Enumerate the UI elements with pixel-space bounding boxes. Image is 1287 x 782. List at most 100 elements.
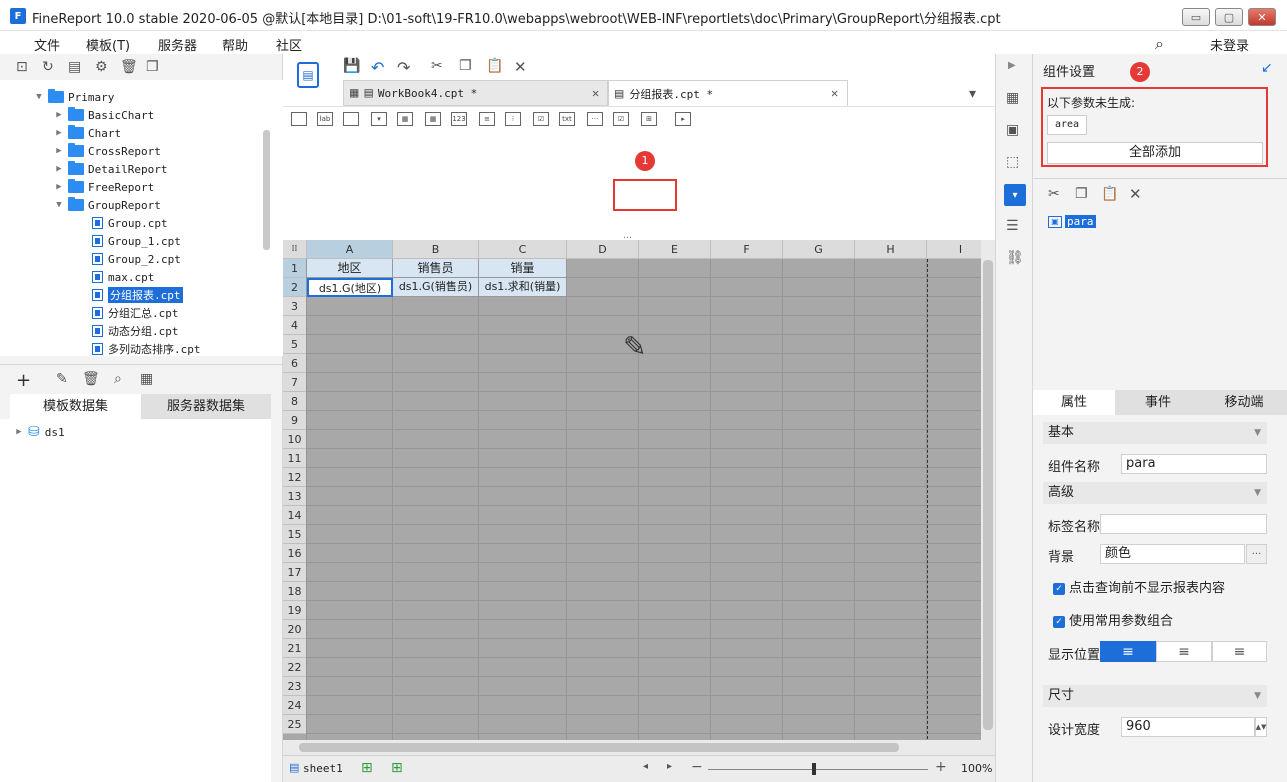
tab-mobile[interactable]: 移动端 [1201,390,1287,415]
row-header[interactable]: 9 [283,411,307,430]
width-stepper[interactable]: ▲▼ [1255,717,1267,737]
tree-file[interactable]: 多列动态排序.cpt [92,340,201,356]
corner-select-all[interactable]: ⁞⁞ [283,240,307,259]
txt-widget-icon[interactable]: txt [559,112,575,126]
button-widget-icon[interactable]: ··· [587,112,603,126]
add-icon[interactable]: + [16,370,31,391]
calendar-widget-icon[interactable]: ▦ [425,112,441,126]
row-header[interactable]: 24 [283,696,307,715]
row-header[interactable]: 4 [283,316,307,335]
dropdown-widget-icon[interactable]: ▾ [371,112,387,126]
cell-a1[interactable]: 地区 [307,259,393,278]
section-basic[interactable]: 基本 ▼ [1043,422,1267,444]
tab-workbook4[interactable]: ▦ ▤ WorkBook4.cpt * ✕ [343,80,608,106]
design-width-input[interactable]: 960 [1121,717,1255,737]
add-sheet-icon[interactable]: ⊞ [361,760,373,776]
row-header[interactable]: 6 [283,354,307,373]
redo-icon[interactable]: ↷ [397,58,410,77]
tab-menu-icon[interactable]: ▾ [969,86,976,102]
prev-sheet-icon[interactable]: ◂ [643,761,648,772]
cut-icon[interactable]: ✂ [431,58,443,74]
column-header-b[interactable]: B [393,240,479,259]
copy-icon[interactable]: ❐ [1075,186,1088,202]
more-widget-icon[interactable]: ▸ [675,112,691,126]
row-header[interactable]: 2 [283,278,307,297]
collapse-panel-icon[interactable]: ↙ [1261,60,1273,76]
login-status[interactable]: 未登录 [1210,35,1249,54]
column-header-a[interactable]: A [307,240,393,259]
new-folder-icon[interactable]: ⊡ [16,59,28,75]
row-header[interactable]: 14 [283,506,307,525]
tab-template-dataset[interactable]: 模板数据集 [10,394,141,419]
sheet-tab[interactable]: sheet1 [303,762,343,775]
hyperlink-icon[interactable]: ⛓ [1006,250,1024,266]
column-header-g[interactable]: G [783,240,855,259]
menu-template[interactable]: 模板(T) [86,35,130,54]
text-label-icon[interactable]: lab [317,112,333,126]
tree-scrollbar[interactable] [263,130,270,250]
widget-settings-icon[interactable]: ▾ [1004,184,1026,206]
cell-b2[interactable]: ds1.G(销售员) [393,278,479,297]
cell-attribute-icon[interactable]: ▦ [1006,90,1019,106]
row-header[interactable]: 13 [283,487,307,506]
horizontal-scroll-thumb[interactable] [299,743,899,752]
tree-file[interactable]: 分组汇总.cpt [92,304,179,322]
row-header[interactable]: 17 [283,563,307,582]
next-sheet-icon[interactable]: ▸ [667,761,672,772]
zoom-out-button[interactable]: − [691,759,703,775]
preview-icon[interactable]: ⌕ [114,371,122,387]
condition-attribute-icon[interactable]: ☰ [1006,218,1019,234]
tab-properties[interactable]: 属性 [1033,390,1115,415]
expand-panel-icon[interactable]: ▶ [1008,60,1016,71]
row-header[interactable]: 10 [283,430,307,449]
tree-folder-groupreport[interactable]: ▼ GroupReport [54,196,161,214]
align-left-button[interactable]: ≡ [1100,641,1156,662]
widget-tree-item[interactable]: ▣ para [1048,215,1096,228]
tree-folder[interactable]: ▶ DetailReport [54,160,167,178]
tree-folder[interactable]: ▶ BasicChart [54,106,154,124]
save-icon[interactable]: 💾 [343,58,360,74]
delete-icon[interactable]: 🗑 [82,371,100,387]
row-header[interactable]: 21 [283,639,307,658]
section-size[interactable]: 尺寸 ▼ [1043,685,1267,707]
add-all-button[interactable]: 全部添加 [1047,142,1263,164]
tree-widget-icon[interactable]: ⊞ [641,112,657,126]
cell-element-icon[interactable]: ▣ [1006,122,1019,138]
checkbox-hide-before-query[interactable]: ✓ 点击查询前不显示报表内容 [1053,577,1225,596]
checkbox-widget-icon[interactable]: ☑ [613,112,629,126]
delete-icon[interactable]: 🗑 [120,59,138,75]
row-header[interactable]: 19 [283,601,307,620]
row-header[interactable]: 1 [283,259,307,278]
cell-b1[interactable]: 销售员 [393,259,479,278]
tree-file[interactable]: Group_1.cpt [92,232,181,250]
more-options-button[interactable]: ··· [1246,544,1267,564]
delete-icon[interactable]: ✕ [1129,185,1142,203]
cut-icon[interactable]: ✂ [1048,186,1060,202]
close-tab-icon[interactable]: ✕ [592,86,599,100]
column-header-e[interactable]: E [639,240,711,259]
tree-folder[interactable]: ▶ CrossReport [54,142,161,160]
row-header[interactable]: 8 [283,392,307,411]
row-header[interactable]: 11 [283,449,307,468]
text-field-icon[interactable] [343,112,359,126]
zoom-slider-track[interactable] [708,769,928,770]
checkbox-group-icon[interactable]: ☑ [533,112,549,126]
row-header[interactable]: 20 [283,620,307,639]
checkbox-common-params[interactable]: ✓ 使用常用参数组合 [1053,610,1173,629]
tree-file[interactable]: 动态分组.cpt [92,322,179,340]
dataset-edit-icon[interactable]: ▦ [140,371,153,387]
search-icon[interactable]: ⌕ [1155,34,1164,54]
menu-server[interactable]: 服务器 [158,35,197,54]
paste-icon[interactable]: 📋 [1101,186,1118,202]
dataset-item-ds1[interactable]: ▶ ⛁ ds1 [14,423,64,441]
row-header[interactable]: 18 [283,582,307,601]
refresh-icon[interactable]: ↻ [42,59,54,75]
tab-server-dataset[interactable]: 服务器数据集 [141,394,271,419]
copy-icon[interactable]: ❐ [146,59,159,75]
horizontal-scrollbar[interactable] [283,740,995,755]
tree-folder[interactable]: ▶ FreeReport [54,178,154,196]
close-button[interactable]: ✕ [1248,8,1276,26]
param-chip-area[interactable]: area [1047,115,1087,135]
copy-icon[interactable]: ❐ [459,58,472,74]
section-advanced[interactable]: 高级 ▼ [1043,482,1267,504]
